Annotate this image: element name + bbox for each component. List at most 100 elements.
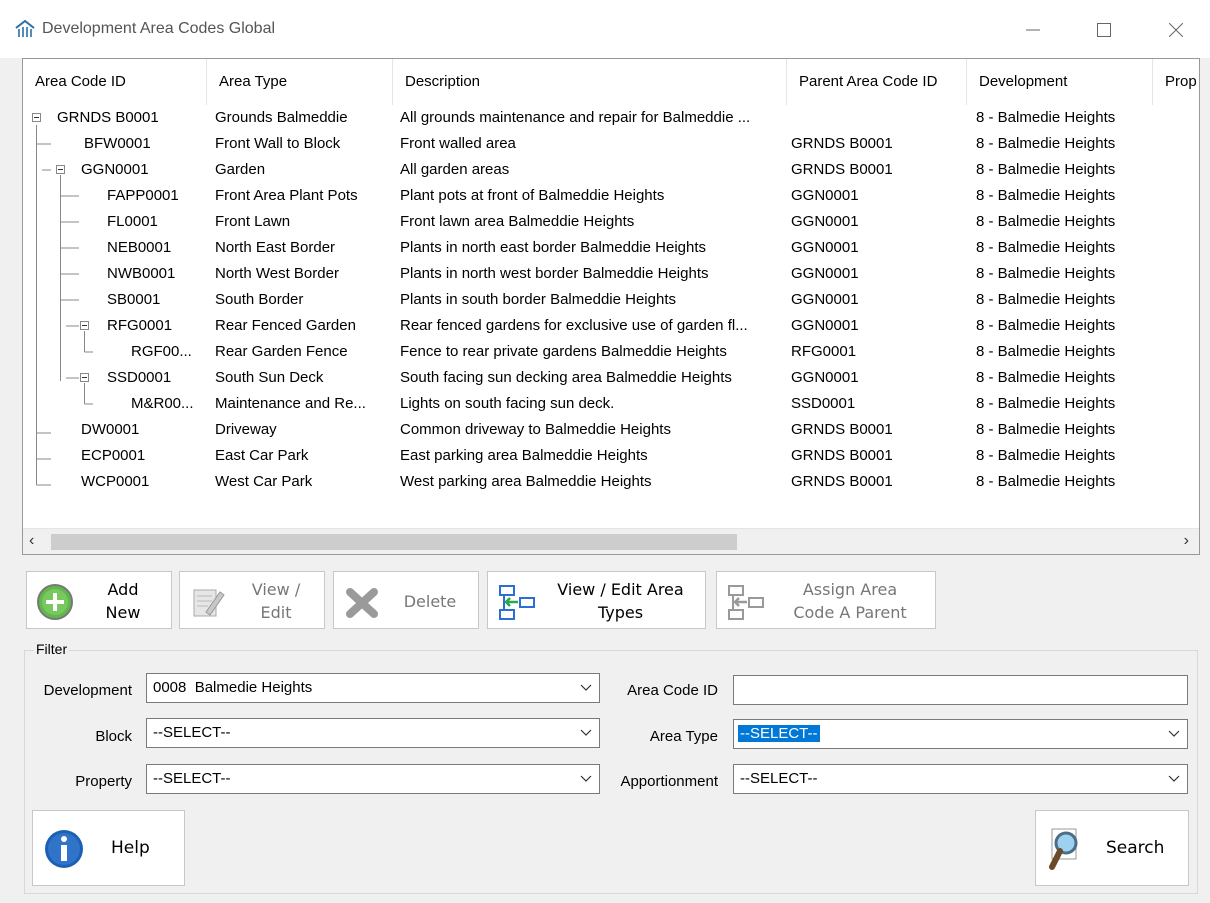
view-edit-label-line2: Edit <box>260 603 292 622</box>
table-row[interactable]: RGF00... Rear Garden Fence Fence to rear p… <box>23 339 1199 365</box>
table-row[interactable]: GRNDS B0001 Grounds Balmeddie All grounds … <box>23 105 1199 131</box>
delete-x-icon <box>346 588 378 618</box>
assign-area-code-parent-button[interactable]: Assign Area Code A Parent <box>716 571 936 629</box>
cell-parent-area-code-id <box>791 105 966 131</box>
table-row[interactable]: SB0001 South Border Plants in south border… <box>23 287 1199 313</box>
assign-parent-label-line1: Assign Area <box>802 580 898 599</box>
view-edit-area-types-label-line2: Types <box>597 603 644 622</box>
cell-area-code-id: WCP0001 <box>81 473 150 490</box>
cell-development: 8 - Balmedie Heights <box>976 161 1116 178</box>
column-header-area-type[interactable]: Area Type <box>207 59 393 105</box>
cell-area-code-id: FL0001 <box>107 213 158 230</box>
block-label: Block <box>95 728 132 745</box>
table-row[interactable]: SSD0001 South Sun Deck South facing sun de… <box>23 365 1199 391</box>
table-row[interactable]: GGN0001 Garden All garden areas GRNDS B0001… <box>23 157 1199 183</box>
table-row[interactable]: FL0001 Front Lawn Front lawn area Balmeddi… <box>23 209 1199 235</box>
filter-legend: Filter <box>34 641 70 657</box>
cell-area-type: Front Lawn <box>215 213 291 230</box>
cell-area-code-id: RGF00... <box>131 343 192 360</box>
cell-development: 8 - Balmedie Heights <box>976 369 1116 386</box>
cell-area-code-id: SB0001 <box>107 291 161 308</box>
delete-button[interactable]: Delete <box>333 571 479 629</box>
view-edit-area-types-button[interactable]: View / Edit Area Types <box>487 571 706 629</box>
delete-label: Delete <box>403 592 457 611</box>
chevron-down-icon <box>1168 730 1180 737</box>
cell-parent-area-code-id: GGN0001 <box>791 369 859 386</box>
chevron-down-icon <box>1168 775 1180 782</box>
table-row[interactable]: NWB0001 North West Border Plants in north … <box>23 261 1199 287</box>
table-row[interactable]: BFW0001 Front Wall to Block Front walled a… <box>23 131 1199 157</box>
cell-development: 8 - Balmedie Heights <box>976 421 1116 438</box>
development-select[interactable]: 0008 Balmedie Heights <box>146 673 600 703</box>
cell-parent-area-code-id: RFG0001 <box>791 343 857 360</box>
cell-description: Front walled area <box>400 135 516 152</box>
minimize-icon <box>1026 29 1040 31</box>
cell-area-code-id: SSD0001 <box>107 369 172 386</box>
table-row[interactable]: NEB0001 North East Border Plants in north … <box>23 235 1199 261</box>
development-value: 0008 Balmedie Heights <box>153 679 313 696</box>
area-type-value: --SELECT-- <box>738 725 820 742</box>
info-icon <box>45 830 83 868</box>
cell-area-type: North East Border <box>215 239 336 256</box>
add-new-label-line1: Add <box>107 580 139 599</box>
minimize-button[interactable] <box>1010 10 1056 50</box>
area-code-id-label: Area Code ID <box>627 682 718 699</box>
block-select[interactable]: --SELECT-- <box>146 718 600 748</box>
cell-area-code-id: BFW0001 <box>84 135 151 152</box>
property-select[interactable]: --SELECT-- <box>146 764 600 794</box>
column-header-prop[interactable]: Prop <box>1153 59 1199 105</box>
cell-description: All grounds maintenance and repair for B… <box>400 109 751 126</box>
view-edit-label-line1: View / <box>251 580 301 599</box>
column-header-development[interactable]: Development <box>967 59 1153 105</box>
area-code-id-input[interactable] <box>733 675 1188 705</box>
cell-parent-area-code-id: GGN0001 <box>791 265 859 282</box>
cell-description: Front lawn area Balmeddie Heights <box>400 213 635 230</box>
horizontal-scrollbar[interactable]: ‹ › <box>23 528 1199 554</box>
cell-development: 8 - Balmedie Heights <box>976 265 1116 282</box>
search-button[interactable]: Search <box>1035 810 1189 886</box>
area-type-select[interactable]: --SELECT-- <box>733 719 1188 749</box>
cell-area-type: Maintenance and Re... <box>215 395 366 412</box>
column-header-description[interactable]: Description <box>393 59 787 105</box>
cell-parent-area-code-id: GGN0001 <box>791 239 859 256</box>
area-type-label: Area Type <box>649 728 718 745</box>
scroll-right-icon[interactable]: › <box>1184 532 1189 550</box>
table-row[interactable]: WCP0001 West Car Park West parking area Ba… <box>23 469 1199 495</box>
table-row[interactable]: RFG0001 Rear Fenced Garden Rear fenced gar… <box>23 313 1199 339</box>
cell-development: 8 - Balmedie Heights <box>976 343 1116 360</box>
window-title: Development Area Codes Global <box>42 20 276 37</box>
table-row[interactable]: M&R00... Maintenance and Re... Lights on s… <box>23 391 1199 417</box>
search-magnifier-icon <box>1049 828 1078 870</box>
maximize-button[interactable] <box>1081 10 1127 50</box>
table-row[interactable]: ECP0001 East Car Park East parking area Ba… <box>23 443 1199 469</box>
cell-area-code-id: ECP0001 <box>81 447 146 464</box>
scroll-left-icon[interactable]: ‹ <box>29 532 34 550</box>
cell-area-code-id: DW0001 <box>81 421 140 438</box>
development-label: Development <box>43 682 132 699</box>
cell-development: 8 - Balmedie Heights <box>976 291 1116 308</box>
scrollbar-thumb[interactable] <box>51 534 737 550</box>
cell-area-type: Front Area Plant Pots <box>215 187 358 204</box>
column-header-area-code-id[interactable]: Area Code ID <box>23 59 207 105</box>
column-header-parent-area-code-id[interactable]: Parent Area Code ID <box>787 59 967 105</box>
cell-development: 8 - Balmedie Heights <box>976 447 1116 464</box>
area-code-grid[interactable]: Area Code ID Area Type Description Paren… <box>22 58 1200 555</box>
cell-parent-area-code-id: GRNDS B0001 <box>791 421 893 438</box>
cell-area-type: North West Border <box>215 265 339 282</box>
cell-parent-area-code-id: GGN0001 <box>791 213 859 230</box>
close-button[interactable] <box>1153 10 1199 50</box>
cell-area-code-id: GGN0001 <box>81 161 149 178</box>
cell-parent-area-code-id: GRNDS B0001 <box>791 161 893 178</box>
table-row[interactable]: DW0001 Driveway Common driveway to Balmedd… <box>23 417 1199 443</box>
view-edit-button[interactable]: View / Edit <box>179 571 325 629</box>
search-label: Search <box>1106 838 1165 858</box>
cell-description: West parking area Balmeddie Heights <box>400 473 652 490</box>
cell-parent-area-code-id: GGN0001 <box>791 317 859 334</box>
help-button[interactable]: Help <box>32 810 185 886</box>
apportionment-select[interactable]: --SELECT-- <box>733 764 1188 794</box>
cell-development: 8 - Balmedie Heights <box>976 239 1116 256</box>
cell-development: 8 - Balmedie Heights <box>976 213 1116 230</box>
add-new-button[interactable]: Add New <box>26 571 172 629</box>
table-row[interactable]: FAPP0001 Front Area Plant Pots Plant pots … <box>23 183 1199 209</box>
cell-description: Common driveway to Balmeddie Heights <box>400 421 671 438</box>
